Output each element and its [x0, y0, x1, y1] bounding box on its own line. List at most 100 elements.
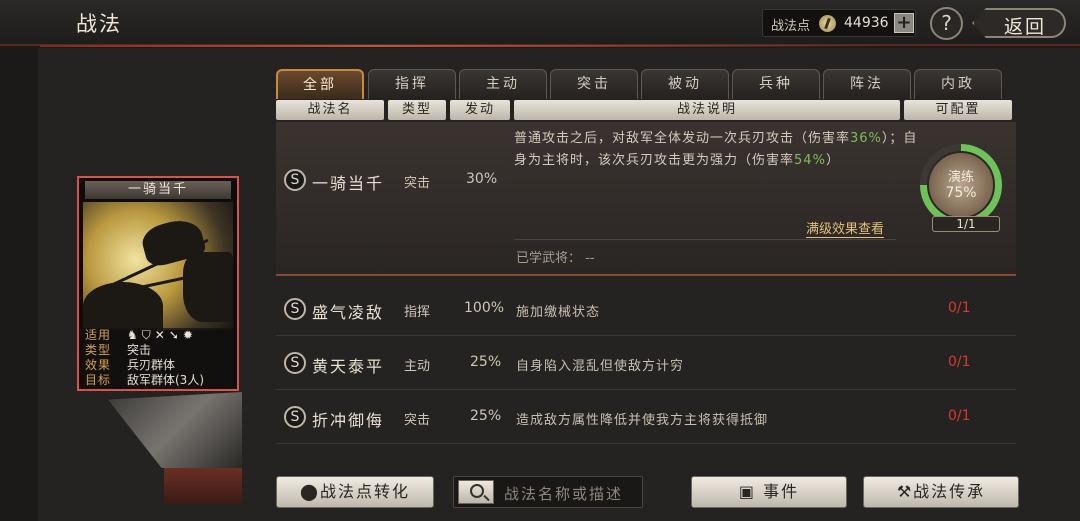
s-grade-icon: S	[284, 406, 306, 428]
tactic-row[interactable]: S 折冲御侮 突击 25% 造成敌方属性降低并使我方主将获得抵御 0/1	[276, 390, 1016, 444]
card-value: 突击	[127, 343, 152, 357]
train-button[interactable]: 演练 75%	[927, 151, 995, 219]
siege-icon: ✹	[182, 328, 193, 342]
s-grade-icon: S	[284, 298, 306, 320]
back-button[interactable]: 返回	[972, 8, 1066, 38]
tab-all[interactable]: 全部	[276, 69, 364, 99]
config-count: 0/1	[948, 354, 971, 370]
shield-icon: ⛉	[141, 328, 151, 342]
tactic-rate: 25%	[470, 354, 502, 370]
top-bar: 战法 战法点 44936 + ? 返回	[0, 0, 1080, 47]
card-value: 兵刃群体	[127, 358, 176, 372]
tab-passive[interactable]: 被动	[641, 69, 729, 99]
search-button[interactable]	[458, 480, 494, 504]
tab-assault[interactable]: 突击	[550, 69, 638, 99]
col-config-header: 可配置	[904, 100, 1012, 120]
events-label: 事件	[763, 482, 800, 501]
slot-count: 1/1	[932, 216, 1000, 232]
tactic-desc: 施加缴械状态	[516, 305, 601, 320]
page-title: 战法	[76, 12, 122, 36]
tactic-type: 突击	[404, 176, 431, 191]
tactic-name: 折冲御侮	[312, 411, 385, 430]
tab-formation[interactable]: 阵法	[823, 69, 911, 99]
desc-part: 普通攻击之后，对敌军全体发动一次兵刃攻击（伤害率	[514, 131, 851, 146]
add-points-button[interactable]: +	[894, 13, 914, 33]
tactic-name: 黄天泰平	[312, 357, 385, 376]
train-progress-ring[interactable]: 演练 75%	[920, 144, 1002, 226]
col-type-header: 类型	[388, 100, 446, 120]
learned-label: 已学武将：	[516, 251, 582, 266]
tab-active[interactable]: 主动	[459, 69, 547, 99]
rider-figure	[183, 252, 233, 322]
events-icon: ▣	[738, 482, 756, 501]
col-desc-header: 战法说明	[514, 100, 900, 120]
tactic-name: 一骑当千	[312, 174, 385, 193]
card-row-use: 适用 ♞ ⛉ ✕ ➘ ✹	[85, 328, 233, 343]
tactic-desc: 自身陷入混乱但使敌方计穷	[516, 359, 685, 374]
inherit-button[interactable]: ⚒战法传承	[863, 476, 1019, 508]
card-info: 适用 ♞ ⛉ ✕ ➘ ✹ 类型 突击 效果 兵刃群体 目标 敌军群体(3人)	[83, 328, 233, 388]
train-label: 演练	[947, 170, 974, 185]
col-name-header: 战法名	[276, 100, 384, 120]
tactic-type: 主动	[404, 359, 431, 374]
back-label: 返回	[1004, 16, 1047, 38]
card-value: 敌军群体(3人)	[127, 373, 204, 387]
divider	[514, 239, 896, 240]
convert-points-button[interactable]: ⬤战法点转化	[276, 476, 434, 508]
config-count: 0/1	[948, 408, 971, 424]
s-grade-icon: S	[284, 169, 306, 191]
tactic-points-box: 战法点 44936 +	[762, 9, 916, 37]
train-percent: 75%	[945, 185, 977, 201]
tactic-name: 盛气凌敌	[312, 303, 385, 322]
help-button[interactable]: ?	[930, 7, 963, 40]
desc-highlight: 54%	[794, 153, 826, 168]
card-key: 适用	[85, 328, 112, 342]
tactic-points-value: 44936	[844, 15, 889, 31]
tactic-list[interactable]: S 一骑当千 突击 30% 普通攻击之后，对敌军全体发动一次兵刃攻击（伤害率36…	[276, 122, 1016, 464]
decorative-art	[164, 468, 242, 504]
tactic-description: 普通攻击之后，对敌军全体发动一次兵刃攻击（伤害率36%）；自身为主将时，该次兵刃…	[514, 128, 924, 172]
search-box[interactable]: 战法名称或描述	[453, 476, 643, 508]
card-row-target: 目标 敌军群体(3人)	[85, 373, 233, 388]
card-key: 效果	[85, 358, 112, 372]
desc-part: 率	[780, 153, 795, 168]
cavalry-icon: ♞	[127, 328, 138, 342]
search-input[interactable]: 战法名称或描述	[504, 483, 623, 504]
card-row-type: 类型 突击	[85, 343, 233, 358]
card-art-image	[83, 202, 233, 330]
tactic-card: 一骑当千 适用 ♞ ⛉ ✕ ➘ ✹ 类型 突击 效果 兵刃群体 目标 敌军群体(…	[77, 176, 239, 391]
learned-generals: 已学武将： --	[516, 247, 595, 266]
tactic-row-expanded[interactable]: S 一骑当千 突击 30% 普通攻击之后，对敌军全体发动一次兵刃攻击（伤害率36…	[276, 122, 1016, 276]
card-key: 目标	[85, 373, 112, 387]
card-key: 类型	[85, 343, 112, 357]
tactic-row[interactable]: S 盛气凌敌 指挥 100% 施加缴械状态 0/1	[276, 282, 1016, 336]
desc-part: ）	[825, 153, 840, 168]
tab-command[interactable]: 指挥	[368, 69, 456, 99]
card-title: 一骑当千	[85, 181, 231, 199]
desc-highlight: 36%	[850, 131, 882, 146]
unit-icons: ♞ ⛉ ✕ ➘ ✹	[127, 328, 193, 343]
card-row-effect: 效果 兵刃群体	[85, 358, 233, 373]
convert-label: 战法点转化	[319, 482, 410, 501]
tactic-point-icon	[819, 15, 836, 32]
inherit-label: 战法传承	[913, 482, 986, 501]
spear-icon: ➘	[168, 328, 179, 342]
tactic-rate: 100%	[464, 300, 505, 316]
tab-troop[interactable]: 兵种	[732, 69, 820, 99]
tactic-row[interactable]: S 黄天泰平 主动 25% 自身陷入混乱但使敌方计穷 0/1	[276, 336, 1016, 390]
bow-icon: ✕	[154, 328, 165, 342]
tab-internal[interactable]: 内政	[914, 69, 1002, 99]
learned-value: --	[585, 251, 595, 266]
hammer-icon: ⚒	[896, 482, 914, 501]
s-grade-icon: S	[284, 352, 306, 374]
full-effect-link[interactable]: 满级效果查看	[806, 218, 885, 238]
config-count: 0/1	[948, 300, 971, 316]
tactic-points-label: 战法点	[771, 19, 811, 34]
search-icon	[470, 484, 484, 498]
col-rate-header: 发动	[450, 100, 510, 120]
tactic-type: 指挥	[404, 305, 431, 320]
tactic-desc: 造成敌方属性降低并使我方主将获得抵御	[516, 413, 769, 428]
events-button[interactable]: ▣ 事件	[691, 476, 847, 508]
tactic-type: 突击	[404, 413, 431, 428]
convert-icon: ⬤	[300, 482, 320, 501]
